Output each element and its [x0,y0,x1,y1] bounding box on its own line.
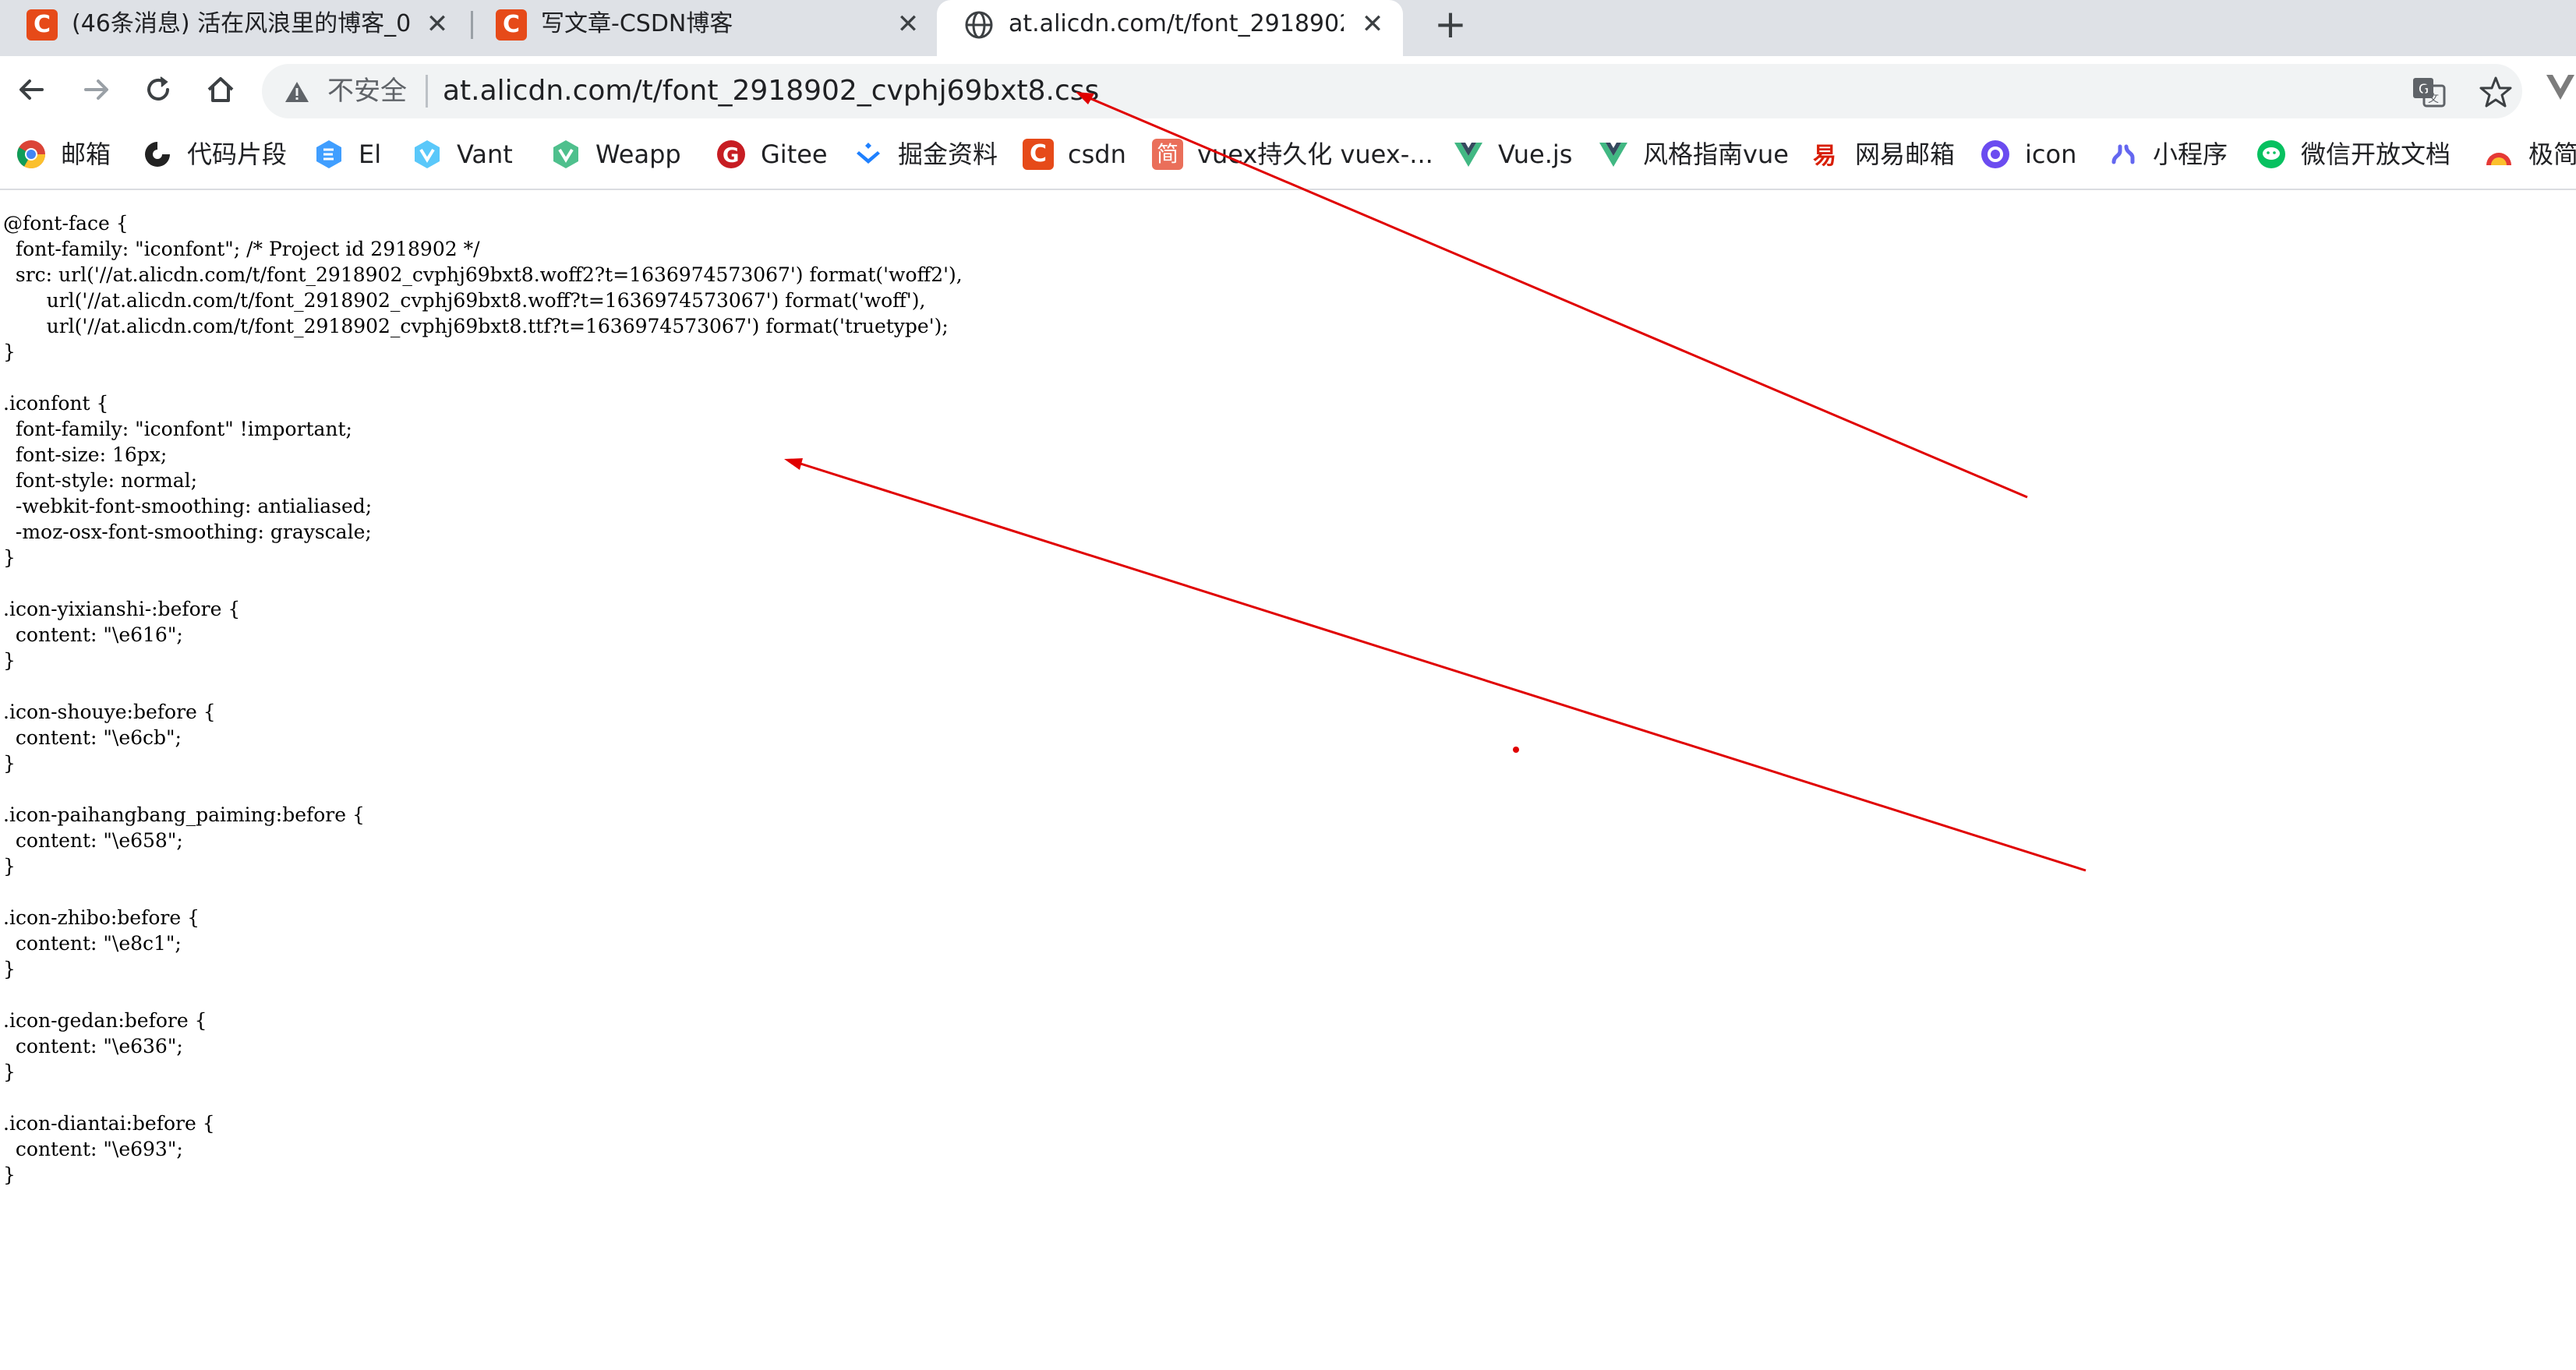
juejin-icon [857,143,880,164]
tab-title: (46条消息) 活在风浪里的博客_0... [72,11,412,37]
svg-text:易: 易 [1813,143,1836,170]
chrome-icon [16,140,46,169]
omnibox-divider [426,75,428,108]
jianshu-icon: 简 [1152,139,1183,170]
miniprogram-icon [2111,144,2135,164]
csdn-icon: C [1023,139,1054,170]
home-icon[interactable] [201,70,240,109]
bookmark-label: vuex持久化 vuex-... [1197,139,1433,169]
vue-icon [1454,143,1482,167]
browser-toolbar: 不安全 at.alicdn.com/t/font_2918902_cvphj69… [0,56,2576,125]
svg-text:文: 文 [2428,93,2439,105]
bookmark-label: 风格指南vue [1643,139,1789,169]
bookmark-label: 邮箱 [61,139,111,169]
bookmark-label: Vue.js [1498,139,1573,169]
tab-title: 写文章-CSDN博客 [541,11,733,37]
tab-title: at.alicdn.com/t/font_2918902_... [1009,11,1344,37]
close-tab-icon[interactable]: ✕ [424,11,451,37]
snippet-icon [145,142,170,167]
bookmark-label: El [359,139,382,169]
csdn-icon: C [496,9,527,41]
bookmark-label: icon [2025,139,2077,169]
annotation-arrow-to-code [784,458,2087,872]
bookmark-label: 小程序 [2153,139,2228,169]
not-secure-label[interactable]: 不安全 [327,75,407,108]
annotation-dot [1513,747,1519,753]
tab-csdn-write[interactable]: C 写文章-CSDN博客 ✕ [469,0,935,48]
tab-csdn-blog[interactable]: C (46条消息) 活在风浪里的博客_0... ✕ [0,0,466,48]
vue-icon [1599,143,1627,167]
weapp-icon [553,140,578,168]
bookmark-label: 掘金资料 [898,139,998,169]
jijian-icon [2486,153,2511,165]
warning-icon[interactable] [284,79,310,104]
bookmark-label: 代码片段 [187,139,288,169]
svg-text:G: G [723,144,739,168]
close-tab-icon[interactable]: ✕ [895,11,921,37]
bookmark-label: Gitee [761,139,828,169]
gitee-icon: G [717,140,745,168]
netease-icon: 易 [1813,143,1836,170]
bookmark-label: csdn [1068,139,1126,169]
wechat-icon [2257,140,2285,168]
iconfont-icon [1981,140,2009,168]
back-arrow-icon[interactable] [12,70,51,109]
address-bar[interactable]: 不安全 at.alicdn.com/t/font_2918902_cvphj69… [262,64,2522,118]
new-tab-button[interactable]: + [1431,5,1470,44]
translate-icon[interactable]: G 文 [2412,75,2446,109]
vant-icon [415,140,440,168]
bookmark-label: 微信开放文档 [2301,139,2451,169]
bookmark-label: 极简 [2528,139,2576,169]
bookmark-label: 网易邮箱 [1855,139,1956,169]
forward-arrow-icon[interactable] [76,70,115,109]
css-source-text: @font-face { font-family: "iconfont"; /*… [3,212,963,1186]
tab-alicdn-css[interactable]: at.alicdn.com/t/font_2918902_... ✕ [937,0,1403,56]
url-text[interactable]: at.alicdn.com/t/font_2918902_cvphj69bxt8… [443,75,1099,108]
bookmark-label: Vant [457,139,513,169]
tab-strip: C (46条消息) 活在风浪里的博客_0... ✕ C 写文章-CSDN博客 ✕… [0,0,2576,56]
globe-icon [965,11,993,39]
bookmarks-bar: 邮箱 代码片段 El Vant Weapp G Gitee 掘金资料 C csd… [0,125,2576,190]
close-tab-icon[interactable]: ✕ [1359,11,1386,37]
csdn-icon: C [27,9,58,41]
bookmark-star-icon[interactable] [2479,75,2513,109]
bookmark-label: Weapp [595,139,681,169]
element-icon [316,140,341,168]
vue-devtools-icon[interactable] [2544,70,2576,104]
reload-icon[interactable] [139,70,178,109]
